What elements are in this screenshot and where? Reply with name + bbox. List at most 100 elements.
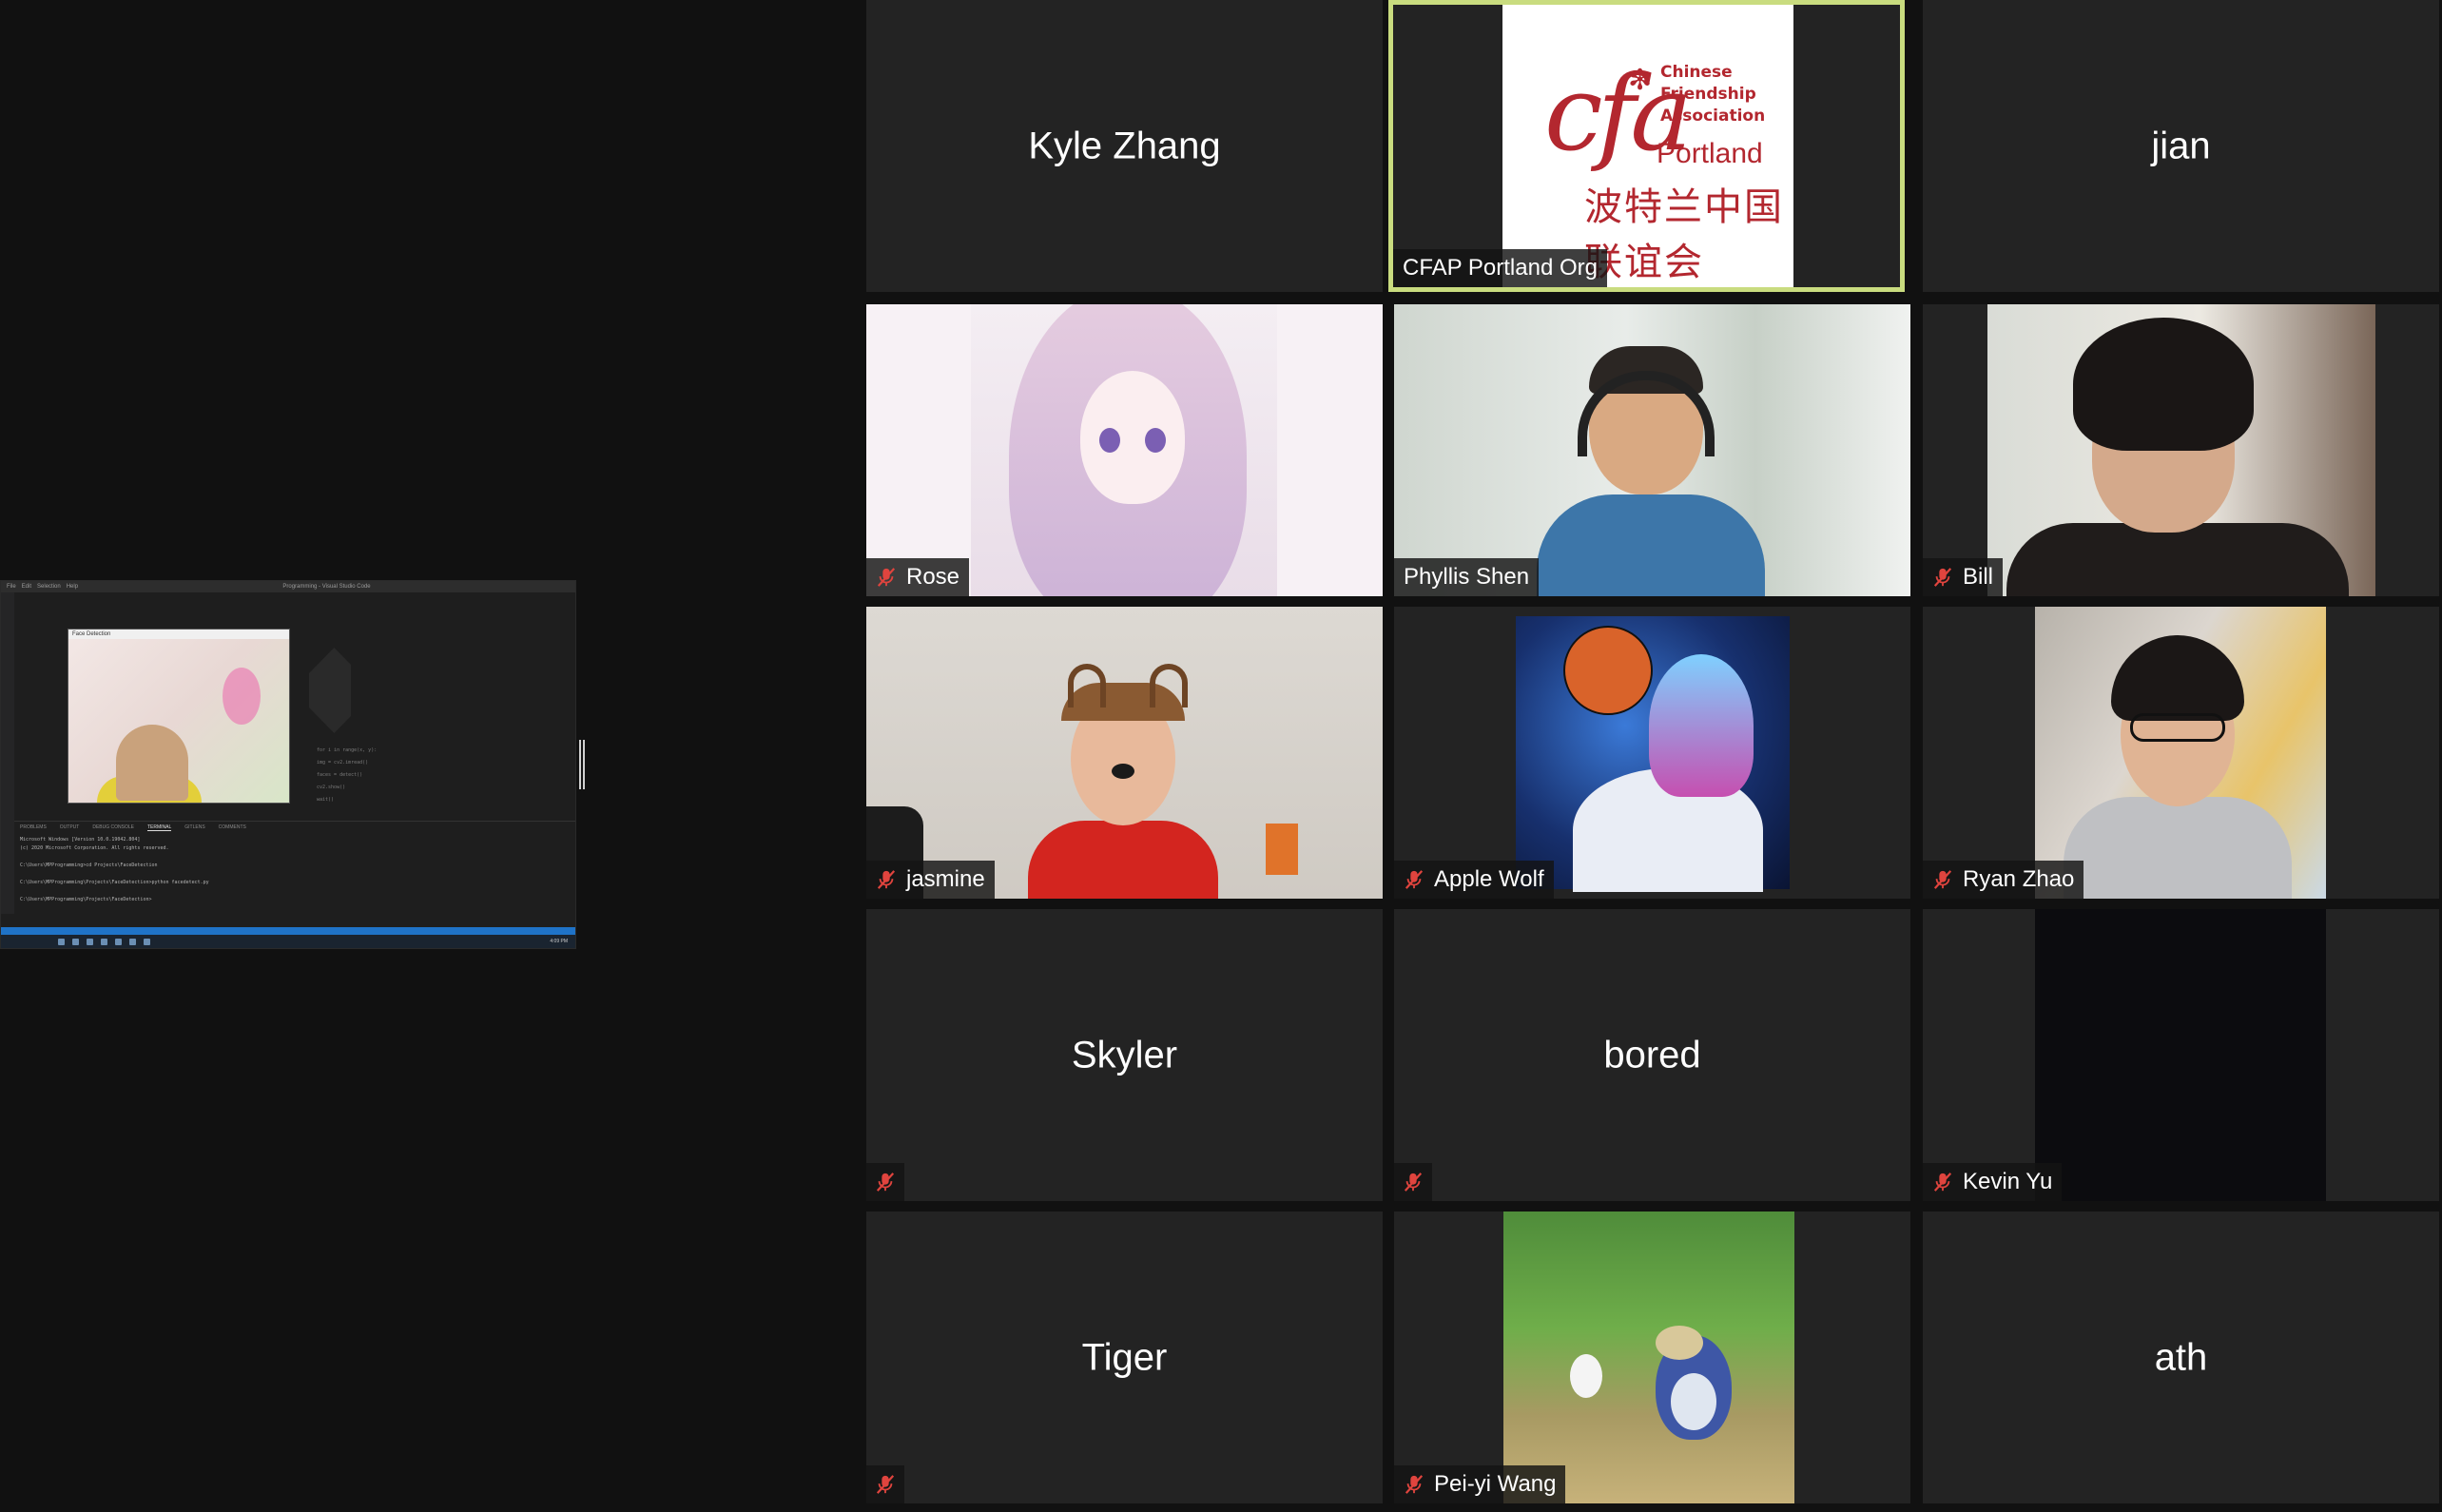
participant-body bbox=[1028, 821, 1218, 899]
participant-tile[interactable]: jian bbox=[1923, 0, 2439, 292]
participant-video bbox=[1503, 1212, 1794, 1503]
shared-screen[interactable]: File Edit Selection Help Programming - V… bbox=[0, 580, 576, 949]
glasses-icon bbox=[2130, 713, 2225, 742]
shared-code-snippet: for i in range(x, y): img = cv2.imread()… bbox=[317, 745, 377, 806]
deer-nose-icon bbox=[1112, 764, 1134, 779]
taskbar-clock: 4:09 PM bbox=[550, 939, 568, 944]
panel-tab-terminal: TERMINAL bbox=[146, 824, 172, 831]
panel-resize-handle[interactable] bbox=[579, 740, 585, 789]
microphone-muted-icon bbox=[876, 566, 897, 589]
panel-tab-problems: PROBLEMS bbox=[20, 824, 47, 830]
participant-video bbox=[1987, 304, 2375, 596]
participant-name-center: Tiger bbox=[1081, 1336, 1168, 1378]
participant-name-label: Ryan Zhao bbox=[1923, 861, 2084, 899]
microphone-muted-icon bbox=[1932, 566, 1953, 589]
totoro-belly bbox=[1671, 1373, 1716, 1430]
participant-mute-status bbox=[866, 1163, 904, 1201]
cfap-logo-line: Chinese bbox=[1660, 63, 1733, 82]
terminal-line: C:\Users\MPProgramming>cd Projects\FaceD… bbox=[20, 863, 158, 868]
participant-tile[interactable]: Apple Wolf bbox=[1394, 607, 1910, 899]
participant-name-label: Kevin Yu bbox=[1923, 1163, 2063, 1201]
participant-video bbox=[866, 607, 1383, 899]
anime-avatar-eye bbox=[1099, 428, 1120, 453]
preview-window-title: Face Detection bbox=[68, 630, 289, 639]
participant-name-center: Kyle Zhang bbox=[1028, 125, 1221, 166]
participant-video bbox=[2035, 909, 2326, 1201]
participant-tile-active-speaker[interactable]: cfa ✻ Chinese Friendship Association Por… bbox=[1388, 0, 1905, 292]
cfap-logo: cfa ✻ Chinese Friendship Association Por… bbox=[1502, 5, 1793, 287]
asterisk-icon: ✻ bbox=[1628, 65, 1653, 96]
participant-tile[interactable]: Tiger bbox=[866, 1212, 1383, 1503]
participant-tile[interactable]: jasmine bbox=[866, 607, 1383, 899]
participant-name: CFAP Portland Org bbox=[1403, 255, 1598, 281]
participant-name: Phyllis Shen bbox=[1404, 564, 1530, 590]
participant-name-label: Rose bbox=[866, 558, 970, 596]
microphone-muted-icon bbox=[1404, 868, 1424, 891]
participant-name: jasmine bbox=[906, 866, 985, 892]
shared-window-titlebar: File Edit Selection Help Programming - V… bbox=[1, 581, 575, 592]
face-detection-preview-window: Face Detection bbox=[68, 629, 290, 804]
code-line: faces = detect() bbox=[317, 772, 363, 778]
participant-video bbox=[971, 304, 1277, 596]
participant-tile[interactable]: Rose bbox=[866, 304, 1383, 596]
participant-name-center: jian bbox=[2151, 125, 2211, 166]
totoro-bag bbox=[1656, 1326, 1703, 1360]
participant-name: Pei-yi Wang bbox=[1434, 1471, 1557, 1497]
participant-body bbox=[1537, 494, 1765, 596]
participant-name-label: Apple Wolf bbox=[1394, 861, 1554, 899]
participant-name-center: ath bbox=[2154, 1336, 2208, 1378]
terminal-line: C:\Users\MPProgramming\Projects\FaceDete… bbox=[20, 897, 152, 902]
participant-tile[interactable]: Skyler bbox=[866, 909, 1383, 1201]
small-totoro-figure bbox=[1570, 1354, 1602, 1398]
participant-name: Apple Wolf bbox=[1434, 866, 1544, 892]
participant-tile[interactable]: ath bbox=[1923, 1212, 2439, 1503]
participant-tile[interactable]: Kevin Yu bbox=[1923, 909, 2439, 1201]
participant-name-label: CFAP Portland Org bbox=[1393, 249, 1607, 287]
shared-status-bar bbox=[1, 927, 575, 935]
wall-flower-decoration bbox=[223, 668, 261, 725]
cfap-logo-text: Chinese Friendship Association bbox=[1660, 62, 1765, 127]
participant-name: Kevin Yu bbox=[1963, 1169, 2053, 1194]
microphone-muted-icon bbox=[876, 868, 897, 891]
deer-antler-icon bbox=[1068, 664, 1106, 708]
shared-activity-bar bbox=[1, 592, 14, 914]
microphone-muted-icon bbox=[875, 1171, 896, 1193]
microphone-muted-icon bbox=[1932, 868, 1953, 891]
microphone-muted-icon bbox=[1932, 1171, 1953, 1193]
participant-tile[interactable]: Phyllis Shen bbox=[1394, 304, 1910, 596]
presenter-webcam-figure bbox=[116, 725, 188, 801]
participant-body bbox=[2006, 523, 2349, 596]
participant-name-label: Phyllis Shen bbox=[1394, 558, 1540, 596]
code-line: img = cv2.imread() bbox=[317, 760, 369, 766]
participant-name-center: bored bbox=[1603, 1034, 1701, 1076]
cfap-logo-chinese: 波特兰中国联谊会 bbox=[1584, 185, 1784, 284]
terminal-line: (c) 2020 Microsoft Corporation. All righ… bbox=[20, 845, 169, 851]
vscode-icon bbox=[129, 938, 136, 945]
participant-tile[interactable]: Bill bbox=[1923, 304, 2439, 596]
panel-tab-gitlens: GITLENS bbox=[184, 824, 205, 830]
background-box bbox=[1266, 824, 1298, 875]
panel-tab-debug-console: DEBUG CONSOLE bbox=[92, 824, 134, 830]
code-line: for i in range(x, y): bbox=[317, 747, 378, 753]
participant-name: Ryan Zhao bbox=[1963, 866, 2075, 892]
menu-selection: Selection bbox=[37, 584, 61, 590]
shared-window-title: Programming - Visual Studio Code bbox=[282, 584, 371, 590]
participant-tile[interactable]: Pei-yi Wang bbox=[1394, 1212, 1910, 1503]
participant-video bbox=[1394, 304, 1910, 596]
participant-tile[interactable]: bored bbox=[1394, 909, 1910, 1201]
zoom-icon bbox=[144, 938, 150, 945]
participant-body bbox=[2064, 797, 2292, 899]
participant-tile[interactable]: Kyle Zhang bbox=[866, 0, 1383, 292]
anime-avatar-hair bbox=[1649, 654, 1754, 797]
anime-avatar-eye bbox=[1145, 428, 1166, 453]
shared-panel-tabs: PROBLEMS OUTPUT DEBUG CONSOLE TERMINAL G… bbox=[14, 821, 575, 833]
participant-name-label: jasmine bbox=[866, 861, 995, 899]
microphone-muted-icon bbox=[875, 1473, 896, 1496]
participant-tile[interactable]: Ryan Zhao bbox=[1923, 607, 2439, 899]
search-icon bbox=[72, 938, 79, 945]
panel-tab-comments: COMMENTS bbox=[218, 824, 246, 830]
terminal-line: C:\Users\MPProgramming\Projects\FaceDete… bbox=[20, 880, 209, 885]
